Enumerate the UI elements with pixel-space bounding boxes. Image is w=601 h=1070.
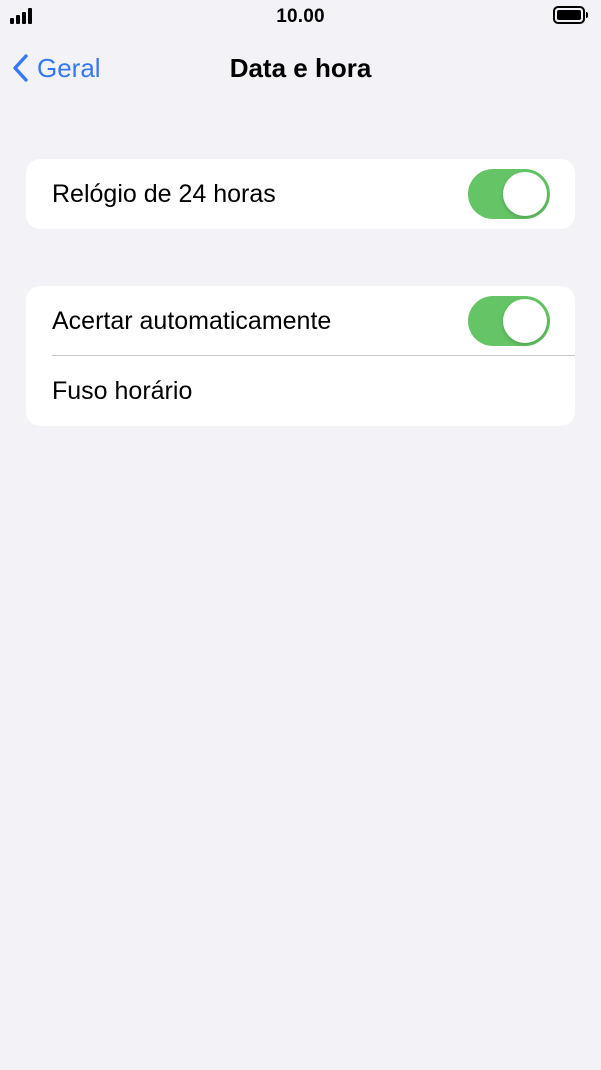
toggle-knob [503, 172, 547, 216]
row-label: Fuso horário [52, 376, 193, 405]
battery-full-icon [553, 6, 591, 26]
navigation-bar: Geral Data e hora [0, 34, 601, 102]
toggle-24-hour-clock[interactable] [468, 169, 550, 219]
toggle-knob [503, 299, 547, 343]
settings-group-auto: Acertar automaticamente Fuso horário [26, 286, 575, 426]
row-time-zone[interactable]: Fuso horário [26, 356, 575, 426]
row-24-hour-clock: Relógio de 24 horas [26, 159, 575, 229]
settings-group-clock: Relógio de 24 horas [26, 159, 575, 229]
status-bar: 10.00 [0, 0, 601, 34]
row-label: Acertar automaticamente [52, 306, 332, 335]
row-set-automatically: Acertar automaticamente [26, 286, 575, 356]
toggle-set-automatically[interactable] [468, 296, 550, 346]
page-title: Data e hora [229, 53, 372, 83]
status-time: 10.00 [276, 6, 325, 27]
row-label: Relógio de 24 horas [52, 179, 276, 208]
